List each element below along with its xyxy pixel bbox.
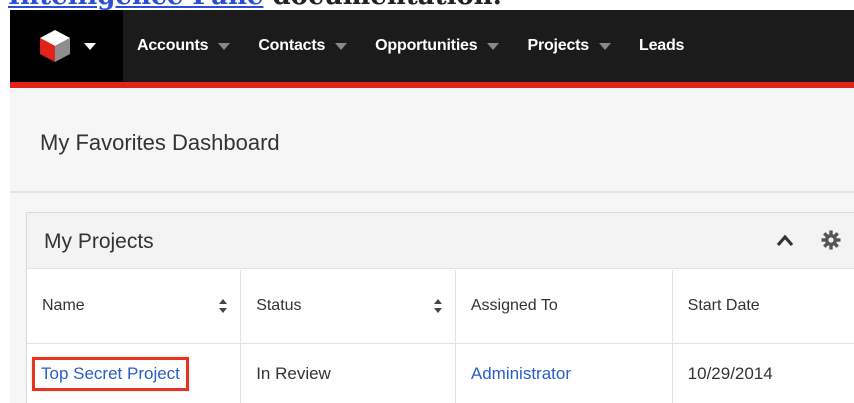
column-header-start-date[interactable]: Start Date bbox=[672, 270, 854, 344]
my-projects-dashlet: My Projects Name Status Assigned To Star… bbox=[26, 212, 854, 403]
intelligence-pane-link[interactable]: Intelligence Pane bbox=[8, 0, 263, 10]
chevron-down-icon bbox=[83, 42, 96, 50]
nav-label-contacts: Contacts bbox=[258, 37, 326, 54]
nav-item-contacts[interactable]: Contacts bbox=[244, 10, 361, 82]
nav-item-leads[interactable]: Leads bbox=[625, 10, 698, 82]
sort-icon[interactable] bbox=[218, 298, 228, 314]
chevron-down-icon[interactable] bbox=[487, 42, 500, 50]
column-label: Start Date bbox=[687, 297, 760, 315]
dashboard-title: My Favorites Dashboard bbox=[40, 130, 280, 155]
sort-icon[interactable] bbox=[433, 298, 443, 314]
column-header-name[interactable]: Name bbox=[27, 270, 242, 344]
chevron-down-icon[interactable] bbox=[335, 42, 348, 50]
dashlet-header: My Projects bbox=[27, 213, 854, 269]
logo-menu-button[interactable] bbox=[10, 10, 123, 82]
column-header-assigned-to[interactable]: Assigned To bbox=[455, 270, 673, 344]
divider bbox=[10, 191, 854, 193]
dashlet-title: My Projects bbox=[44, 230, 154, 253]
cell-assigned-to: Administrator bbox=[455, 343, 673, 403]
nav-label-opportunities: Opportunities bbox=[375, 37, 478, 54]
dashboard-area: My Favorites Dashboard My Projects Name … bbox=[10, 88, 854, 403]
cell-name: Top Secret Project bbox=[27, 343, 242, 403]
chevron-down-icon[interactable] bbox=[218, 42, 231, 50]
cell-status: In Review bbox=[240, 343, 456, 403]
column-label: Status bbox=[256, 297, 302, 315]
nav-item-projects[interactable]: Projects bbox=[513, 10, 625, 82]
highlight-box: Top Secret Project bbox=[32, 357, 189, 391]
documentation-text: Intelligence Pane documentation. bbox=[0, 0, 854, 10]
chevron-down-icon[interactable] bbox=[599, 42, 612, 50]
projects-table: Name Status Assigned To Start Date Top S… bbox=[27, 270, 854, 403]
column-label: Assigned To bbox=[470, 297, 558, 315]
gear-icon[interactable] bbox=[821, 230, 841, 250]
top-navbar: Accounts Contacts Opportunities Projects… bbox=[10, 10, 854, 82]
chevron-up-icon[interactable] bbox=[775, 231, 795, 251]
nav-label-leads: Leads bbox=[639, 37, 685, 54]
nav-label-projects: Projects bbox=[527, 37, 590, 54]
column-header-status[interactable]: Status bbox=[240, 270, 456, 344]
nav-item-accounts[interactable]: Accounts bbox=[123, 10, 244, 82]
sugar-cube-logo-icon bbox=[39, 30, 70, 62]
table-row: Top Secret Project In Review Administrat… bbox=[27, 343, 854, 403]
assigned-user-link[interactable]: Administrator bbox=[471, 364, 571, 383]
documentation-trailing-text: documentation. bbox=[263, 0, 502, 10]
nav-item-opportunities[interactable]: Opportunities bbox=[361, 10, 513, 82]
project-name-link[interactable]: Top Secret Project bbox=[41, 364, 180, 383]
table-header-row: Name Status Assigned To Start Date bbox=[27, 270, 854, 344]
nav-label-accounts: Accounts bbox=[137, 37, 209, 54]
cell-start-date: 10/29/2014 bbox=[672, 343, 854, 403]
column-label: Name bbox=[42, 297, 85, 315]
